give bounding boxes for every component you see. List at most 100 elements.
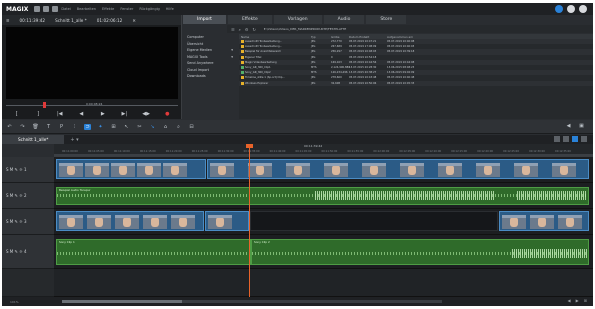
- export-icon[interactable]: ▣: [578, 123, 585, 129]
- menu-icon[interactable]: ≡: [6, 18, 10, 23]
- ruler-tick-label: 00:12:35:00: [555, 150, 571, 153]
- project-tab[interactable]: Schnitt 1_alle*: [2, 135, 65, 144]
- scrollbar-thumb[interactable]: [62, 300, 182, 303]
- tab-effects[interactable]: Effekte: [227, 15, 272, 24]
- preview-scrubber[interactable]: 0:00:08:24: [6, 102, 178, 108]
- audio-clip[interactable]: Sony Clip 1: [56, 239, 251, 265]
- clip-thumbnail: [210, 163, 234, 177]
- menu-window[interactable]: Fenster: [120, 7, 133, 11]
- image-file-icon: [241, 45, 244, 49]
- fit-view-icon[interactable]: ⊞: [584, 298, 587, 303]
- track-header-3[interactable]: S M ✎ ☼ 3: [2, 209, 54, 235]
- track-header-2[interactable]: S M ✎ ☼ 2: [2, 183, 54, 209]
- go-start-button[interactable]: |◀: [56, 111, 63, 117]
- menu-edit[interactable]: Bearbeiten: [77, 7, 96, 11]
- range-tool-icon[interactable]: ↘: [149, 124, 156, 130]
- redo-icon[interactable]: ↷: [19, 124, 26, 130]
- column-recorded[interactable]: Aufgenommen am: [387, 35, 427, 39]
- group-icon[interactable]: ⊞: [110, 124, 117, 130]
- settings-icon[interactable]: ⚙: [245, 27, 249, 32]
- tab-templates[interactable]: Vorlagen: [273, 15, 322, 24]
- select-tool-icon[interactable]: ↖: [123, 124, 130, 130]
- mark-in-button[interactable]: [: [13, 111, 20, 117]
- audio-clip[interactable]: Beispiel Audio Tonspur: [56, 187, 589, 205]
- search-icon[interactable]: ⌕: [239, 27, 241, 32]
- ruler-tick-label: 00:12:20:00: [477, 150, 494, 153]
- video-clip[interactable]: [56, 159, 206, 179]
- loop-button[interactable]: ◀▶: [142, 111, 150, 117]
- clip-thumbnail: [400, 163, 424, 177]
- refresh-icon[interactable]: ↻: [252, 27, 255, 32]
- ruler-tick-label: 00:11:55:00: [347, 150, 364, 153]
- current-path: E:\Videos\Videos_DER_MARKENPRODUKTE\FEST…: [263, 27, 347, 31]
- column-created[interactable]: Datum Erstellt: [349, 35, 387, 39]
- sidebar-item-downloads[interactable]: Downloads: [183, 73, 237, 80]
- effect-icon[interactable]: ✦: [97, 124, 104, 130]
- snap-icon[interactable]: ⊟: [188, 124, 195, 130]
- statusbar-right: ◀ ▶ ⊞: [567, 298, 587, 303]
- settings-icon[interactable]: [567, 5, 575, 13]
- upload-icon[interactable]: [579, 5, 587, 13]
- column-size[interactable]: Größe: [331, 35, 349, 39]
- file-row[interactable]: Windows Explorer JPG 32,608 05.07.2019 10:5…: [239, 80, 593, 86]
- preview-header: ≡ 00:11:39:42 Schnitt 1_alle * 01:02:06:…: [2, 15, 181, 25]
- undo-icon[interactable]: ↶: [6, 124, 13, 130]
- video-clip[interactable]: [207, 159, 589, 179]
- menu-file[interactable]: Datei: [61, 7, 70, 11]
- folder-icon[interactable]: [34, 6, 41, 12]
- export-icon[interactable]: [52, 6, 59, 12]
- add-project-button[interactable]: + ▾: [70, 137, 78, 143]
- tab-store[interactable]: Store: [366, 15, 407, 24]
- user-icon[interactable]: [555, 5, 563, 13]
- record-button[interactable]: ●: [164, 111, 171, 117]
- zoom-tool-icon[interactable]: ⌕: [175, 124, 182, 130]
- media-pool: Import Effekte Vorlagen Audio Store ☰ ⌕ …: [183, 15, 593, 119]
- ruler-tick-label: 00:12:30:00: [529, 150, 545, 153]
- delete-icon[interactable]: 🗑: [32, 124, 39, 130]
- file-type: MTS: [311, 71, 317, 75]
- horizontal-scrollbar[interactable]: [62, 300, 442, 303]
- column-type[interactable]: Typ: [311, 35, 331, 39]
- text-icon[interactable]: T: [45, 124, 52, 130]
- menu-help[interactable]: Hilfe: [166, 7, 174, 11]
- play-button[interactable]: ▶: [99, 111, 106, 117]
- step-back-button[interactable]: ◀: [78, 111, 85, 117]
- link-icon[interactable]: ⊃: [84, 123, 91, 130]
- zoom-in-icon[interactable]: ▶: [576, 298, 579, 303]
- audio-mixer-icon[interactable]: ◀: [565, 123, 572, 129]
- audio-clip[interactable]: Sony Clip 2: [251, 239, 589, 265]
- tab-audio[interactable]: Audio: [323, 15, 365, 24]
- playhead-line[interactable]: [249, 144, 250, 298]
- track-body-empty[interactable]: [54, 269, 593, 297]
- tab-import[interactable]: Import: [183, 15, 226, 24]
- list-view-icon[interactable]: ☰: [231, 27, 235, 32]
- video-file-icon: [241, 71, 244, 75]
- video-clip[interactable]: [499, 211, 589, 231]
- empty-clip-region[interactable]: [250, 211, 498, 231]
- timeline-ruler[interactable]: 00:11:39:42 00:11:00:00 00:11:05:00 00:11:…: [54, 144, 593, 157]
- settings-button[interactable]: [581, 136, 587, 142]
- audio-waveform-peak: [315, 191, 495, 200]
- scene-view-button[interactable]: [563, 136, 569, 142]
- track-header-4[interactable]: S M ✎ ☼ 4: [2, 235, 54, 269]
- zoom-out-icon[interactable]: ◀: [567, 298, 570, 303]
- ruler-tick-label: 00:11:15:00: [139, 150, 156, 153]
- clip-thumbnail: [59, 163, 83, 177]
- save-icon[interactable]: [43, 6, 50, 12]
- track-header-1[interactable]: S M ✎ ☼ 1: [2, 157, 54, 183]
- marker-icon[interactable]: ⌂: [162, 124, 169, 130]
- close-icon[interactable]: ✕: [132, 18, 136, 23]
- cut-tool-icon[interactable]: ✂: [136, 124, 143, 130]
- menu-effects[interactable]: Effekte: [102, 7, 114, 11]
- mark-out-button[interactable]: ]: [35, 111, 42, 117]
- go-end-button[interactable]: ▶|: [121, 111, 128, 117]
- scrub-marker[interactable]: [43, 102, 46, 108]
- video-clip[interactable]: [56, 211, 204, 231]
- video-clip[interactable]: [205, 211, 249, 231]
- timeline-view-button[interactable]: [572, 136, 578, 142]
- menu-undo[interactable]: Rückgängig: [139, 7, 159, 11]
- storyboard-view-button[interactable]: [554, 136, 560, 142]
- column-name[interactable]: Name: [241, 35, 311, 39]
- split-icon[interactable]: ⫶: [71, 124, 78, 130]
- pen-icon[interactable]: P: [58, 124, 65, 130]
